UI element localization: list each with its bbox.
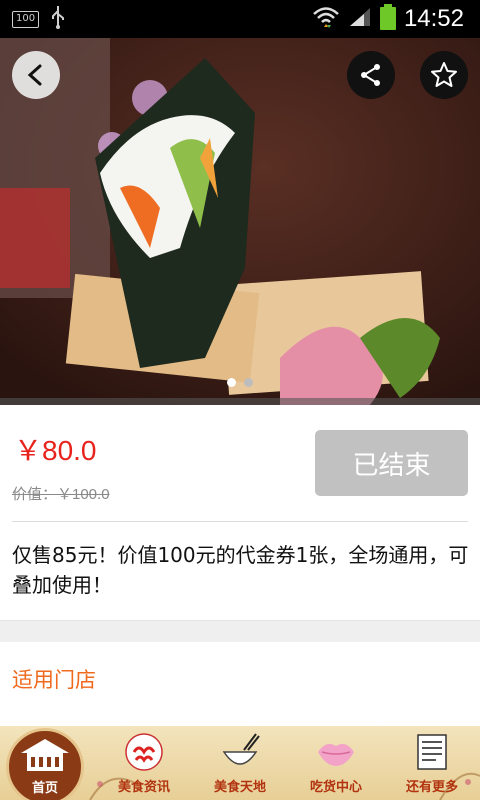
status-bar: 100 14:52 xyxy=(0,0,480,38)
home-badge: 首页 xyxy=(6,728,84,800)
back-button[interactable] xyxy=(12,51,60,99)
product-image[interactable] xyxy=(0,38,480,405)
nav-home-label: 首页 xyxy=(31,781,58,796)
battery-icon xyxy=(379,4,396,34)
carousel-dot xyxy=(227,378,236,387)
nav-food-world[interactable]: 美食天地 xyxy=(192,726,288,800)
deal-price: ￥80.0 xyxy=(14,435,97,466)
star-icon xyxy=(431,62,457,87)
deal-description: 仅售85元！价值100元的代金券1张，全场通用，可叠加使用！ xyxy=(12,543,469,597)
original-price: 价值：￥100.0 xyxy=(12,486,110,503)
usb-icon xyxy=(49,5,67,33)
ended-button[interactable]: 已结束 xyxy=(315,430,468,496)
bowl-icon xyxy=(222,733,260,765)
section-gap xyxy=(0,620,480,642)
clock: 14:52 xyxy=(403,5,464,32)
home-icon xyxy=(21,739,69,771)
nav-foodie-center-label: 吃货中心 xyxy=(309,780,362,795)
battery-badge: 100 xyxy=(12,10,40,28)
nav-more[interactable]: 还有更多 xyxy=(384,726,480,800)
applicable-stores-label: 适用门店 xyxy=(12,668,96,692)
lips-icon xyxy=(318,744,354,766)
divider xyxy=(12,521,468,522)
favorite-button[interactable] xyxy=(420,51,468,99)
nav-food-world-label: 美食天地 xyxy=(213,780,266,795)
nav-foodie-center[interactable]: 吃货中心 xyxy=(288,726,384,800)
share-button[interactable] xyxy=(347,51,395,99)
nav-home[interactable]: 首页 xyxy=(0,726,96,800)
chevron-left-icon xyxy=(27,64,42,86)
carousel-indicator xyxy=(0,378,480,387)
carousel-dot xyxy=(244,378,253,387)
signal-icon xyxy=(348,6,372,32)
nav-food-news[interactable]: 美食资讯 xyxy=(96,726,192,800)
more-icon xyxy=(417,734,447,770)
nav-food-news-label: 美食资讯 xyxy=(117,780,170,795)
price-section: ￥80.0 价值：￥100.0 已结束 xyxy=(0,405,480,522)
share-icon xyxy=(361,64,380,86)
food-news-icon xyxy=(125,733,163,771)
nav-more-label: 还有更多 xyxy=(405,780,458,795)
bottom-nav: 首页 美食资讯 美食天地 吃货中心 还有更多 xyxy=(0,726,480,800)
wifi-icon xyxy=(312,5,340,33)
sushi-photo xyxy=(0,38,480,405)
applicable-stores-row[interactable]: 适用门店 xyxy=(0,642,480,726)
